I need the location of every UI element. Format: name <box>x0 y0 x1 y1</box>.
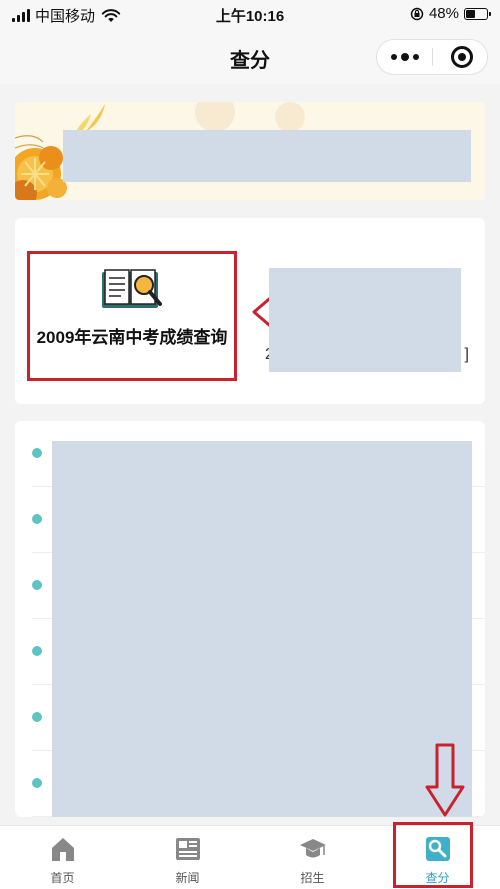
signal-icon <box>12 9 30 22</box>
second-query-tile[interactable]: 2 ] <box>265 246 475 376</box>
news-list-card <box>15 421 485 817</box>
bullet-dot <box>32 712 42 722</box>
wifi-icon <box>101 8 121 22</box>
bullet-dot <box>32 514 42 524</box>
nav-bar: 查分 <box>0 30 500 84</box>
rotation-lock-icon <box>410 7 424 20</box>
banner[interactable] <box>15 102 485 200</box>
capsule-divider <box>432 48 433 66</box>
battery-icon <box>464 7 491 20</box>
home-icon <box>52 838 74 861</box>
tab-news[interactable]: 新闻 <box>125 826 250 889</box>
status-left: 中国移动 <box>12 5 121 26</box>
banner-decoration <box>275 102 305 132</box>
tab-label: 新闻 <box>175 871 200 885</box>
battery-percent: 48% <box>428 5 459 22</box>
score-query-tile[interactable]: 2009年云南中考成绩查询 <box>27 251 237 381</box>
list-redacted-area <box>52 441 472 817</box>
news-icon <box>176 838 200 860</box>
status-bar: 中国移动 上午10:16 48% <box>0 0 500 30</box>
close-mini-program-button[interactable] <box>451 46 473 68</box>
annotation-arrow-down-icon <box>425 743 465 817</box>
banner-redacted-area <box>63 130 471 182</box>
tab-label: 招生 <box>300 871 325 885</box>
carrier-name: 中国移动 <box>35 8 96 25</box>
bullet-dot <box>32 778 42 788</box>
battery-fill <box>466 9 476 18</box>
bullet-dot <box>32 646 42 656</box>
more-button[interactable] <box>377 40 432 74</box>
bullet-dot <box>32 580 42 590</box>
mini-program-capsule <box>376 39 488 75</box>
tile2-redacted-area <box>269 268 461 372</box>
graduation-cap-icon <box>300 839 326 858</box>
query-entry-card: 2009年云南中考成绩查询 2 ] <box>15 218 485 404</box>
more-dots-icon <box>390 54 397 60</box>
bullet-dot <box>32 448 42 458</box>
status-right: 48% <box>410 5 491 22</box>
tab-home[interactable]: 首页 <box>0 826 125 889</box>
banner-decoration <box>195 102 235 132</box>
tab-label: 首页 <box>50 871 75 885</box>
annotation-highlight-box <box>393 822 473 888</box>
score-query-label: 2009年云南中考成绩查询 <box>36 328 228 347</box>
tab-enrollment[interactable]: 招生 <box>250 826 375 889</box>
tile2-visible-text-right: ] <box>464 346 469 363</box>
book-search-icon <box>102 269 162 308</box>
